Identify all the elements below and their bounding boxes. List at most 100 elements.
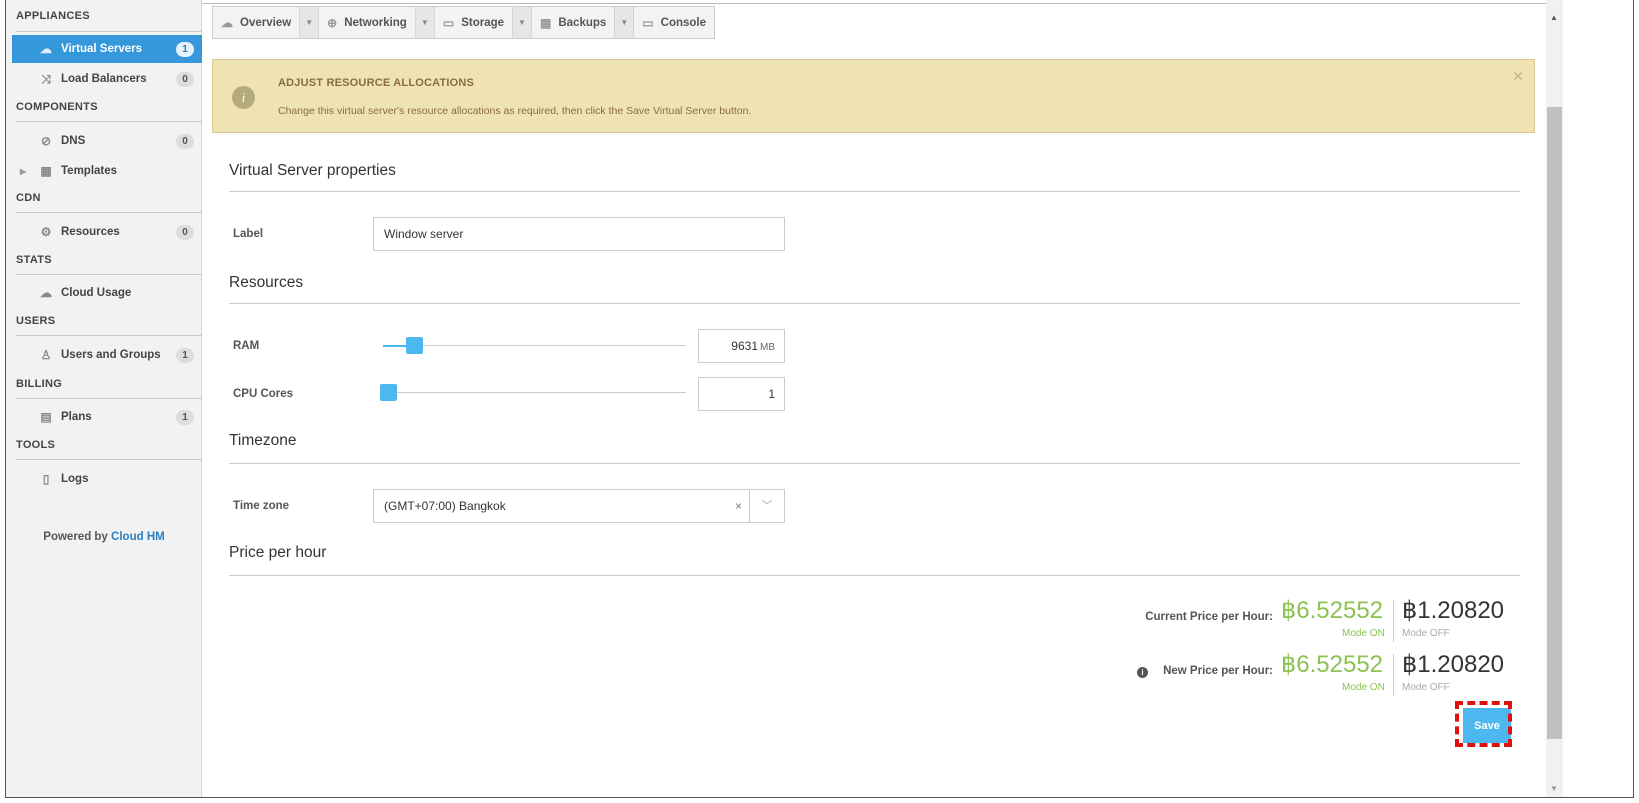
sidebar-item-dns[interactable]: ⊘ DNS 0 xyxy=(6,127,202,155)
sidebar-item-users-groups[interactable]: ♙ Users and Groups 1 xyxy=(6,341,202,369)
cpu-label: CPU Cores xyxy=(233,388,294,400)
divider xyxy=(16,459,202,460)
sidebar-item-label: Cloud Usage xyxy=(61,287,132,299)
chevron-down-icon[interactable]: ▼ xyxy=(614,7,635,38)
backups-icon: ▦ xyxy=(540,15,552,30)
current-price-off: ฿1.20820 xyxy=(1402,597,1505,624)
properties-heading: Virtual Server properties xyxy=(229,162,396,179)
timezone-label: Time zone xyxy=(233,500,290,512)
sidebar: APPLIANCES ☁ Virtual Servers 1 ⤨ Load Ba… xyxy=(6,0,202,797)
monitor-icon: ▭ xyxy=(642,15,654,30)
expand-caret-icon[interactable]: ▶ xyxy=(20,167,26,176)
clear-icon[interactable]: × xyxy=(735,490,742,522)
count-badge: 0 xyxy=(176,71,194,87)
timezone-select[interactable]: (GMT+07:00) Bangkok × ﹀ xyxy=(373,489,785,523)
chevron-down-icon[interactable]: ▼ xyxy=(414,7,435,38)
divider xyxy=(229,463,1520,464)
sidebar-item-logs[interactable]: ▯ Logs xyxy=(6,465,202,493)
sidebar-item-label: Resources xyxy=(61,226,120,238)
section-cdn: CDN xyxy=(16,192,41,204)
new-price-on: ฿6.52552 xyxy=(1281,651,1384,678)
mode-off-label: Mode OFF xyxy=(1402,628,1450,639)
tab-networking[interactable]: ⊕ Networking ▼ xyxy=(319,7,435,38)
sidebar-item-plans[interactable]: ▤ Plans 1 xyxy=(6,403,202,431)
compass-icon: ⊘ xyxy=(40,134,52,148)
tab-storage[interactable]: ▭ Storage ▼ xyxy=(435,7,533,38)
tab-label: Console xyxy=(660,16,707,29)
scroll-down-icon[interactable]: ▼ xyxy=(1550,784,1558,793)
tab-label: Overview xyxy=(240,16,292,29)
chevron-down-icon[interactable]: ▼ xyxy=(512,7,533,38)
grid-icon: ▦ xyxy=(40,164,52,178)
price-heading: Price per hour xyxy=(229,544,327,561)
tab-console[interactable]: ▭ Console xyxy=(634,7,714,38)
sidebar-item-resources[interactable]: ⚙ Resources 0 xyxy=(6,218,202,246)
cpu-slider-track[interactable] xyxy=(383,392,686,393)
sidebar-item-virtual-servers[interactable]: ☁ Virtual Servers 1 xyxy=(12,35,202,63)
divider xyxy=(16,274,202,275)
sidebar-item-templates[interactable]: ▶ ▦ Templates xyxy=(6,157,202,185)
alert-title: ADJUST RESOURCE ALLOCATIONS xyxy=(278,77,475,89)
divider xyxy=(1393,654,1394,696)
powered-by: Powered by Cloud HM xyxy=(6,531,202,543)
section-users: USERS xyxy=(16,315,56,327)
section-tools: TOOLS xyxy=(16,439,56,451)
info-icon: i xyxy=(232,86,255,109)
users-icon: ♙ xyxy=(40,348,52,362)
save-highlight xyxy=(1455,701,1512,747)
ram-input[interactable]: 9631 MB xyxy=(698,329,785,363)
scroll-up-icon[interactable]: ▲ xyxy=(1550,13,1558,22)
sidebar-item-load-balancers[interactable]: ⤨ Load Balancers 0 xyxy=(6,65,202,93)
timezone-heading: Timezone xyxy=(229,432,297,449)
ram-unit: MB xyxy=(760,342,775,353)
scrollbar-thumb[interactable] xyxy=(1547,107,1562,739)
count-badge: 1 xyxy=(176,347,194,363)
alert-text: Change this virtual server's resource al… xyxy=(278,105,752,117)
globe-icon: ⊕ xyxy=(327,15,338,30)
resources-heading: Resources xyxy=(229,274,304,291)
ram-slider-handle[interactable] xyxy=(405,337,423,354)
sidebar-item-cloud-usage[interactable]: ☁ Cloud Usage xyxy=(6,279,202,307)
label-input[interactable]: Window server xyxy=(373,217,785,251)
globe-gear-icon: ⚙ xyxy=(40,225,52,239)
close-icon[interactable]: ✕ xyxy=(1512,68,1524,85)
current-price-on: ฿6.52552 xyxy=(1281,597,1384,624)
sidebar-item-label: Logs xyxy=(61,473,89,485)
ram-value: 9631 xyxy=(731,339,758,353)
sidebar-item-label: Load Balancers xyxy=(61,73,147,85)
divider xyxy=(16,398,202,399)
ram-slider-track[interactable] xyxy=(383,345,686,346)
divider xyxy=(16,121,202,122)
chevron-down-icon[interactable]: ﹀ xyxy=(749,490,784,522)
current-price-label: Current Price per Hour: xyxy=(1145,611,1273,623)
mode-off-label: Mode OFF xyxy=(1402,682,1450,693)
address-bar-edge xyxy=(118,0,1558,4)
mode-on-label: Mode ON xyxy=(1342,682,1385,693)
cpu-input[interactable]: 1 xyxy=(698,377,785,411)
divider xyxy=(16,212,202,213)
cpu-slider-handle[interactable] xyxy=(380,384,397,401)
sidebar-item-label: Plans xyxy=(61,411,92,423)
count-badge: 0 xyxy=(176,133,194,149)
divider xyxy=(229,303,1520,304)
sidebar-item-label: Templates xyxy=(61,165,118,177)
new-price-off: ฿1.20820 xyxy=(1402,651,1505,678)
tab-overview[interactable]: ☁ Overview ▼ xyxy=(213,7,320,38)
tab-label: Backups xyxy=(558,16,607,29)
powered-by-link[interactable]: Cloud HM xyxy=(111,531,165,543)
count-badge: 1 xyxy=(176,41,194,57)
label-field-label: Label xyxy=(233,228,264,240)
scrollbar[interactable]: ▲ ▼ xyxy=(1546,0,1563,797)
sidebar-item-label: Virtual Servers xyxy=(61,43,142,55)
tab-backups[interactable]: ▦ Backups ▼ xyxy=(532,7,635,38)
divider xyxy=(229,191,1520,192)
cloud-usage-icon: ☁ xyxy=(40,286,52,300)
tab-label: Storage xyxy=(461,16,505,29)
count-badge: 1 xyxy=(176,409,194,425)
chevron-down-icon[interactable]: ▼ xyxy=(299,7,320,38)
powered-by-text: Powered by xyxy=(43,531,108,543)
timezone-value: (GMT+07:00) Bangkok xyxy=(384,499,506,513)
sidebar-item-label: Users and Groups xyxy=(61,349,161,361)
divider xyxy=(1393,600,1394,642)
cloud-icon: ☁ xyxy=(221,15,233,30)
